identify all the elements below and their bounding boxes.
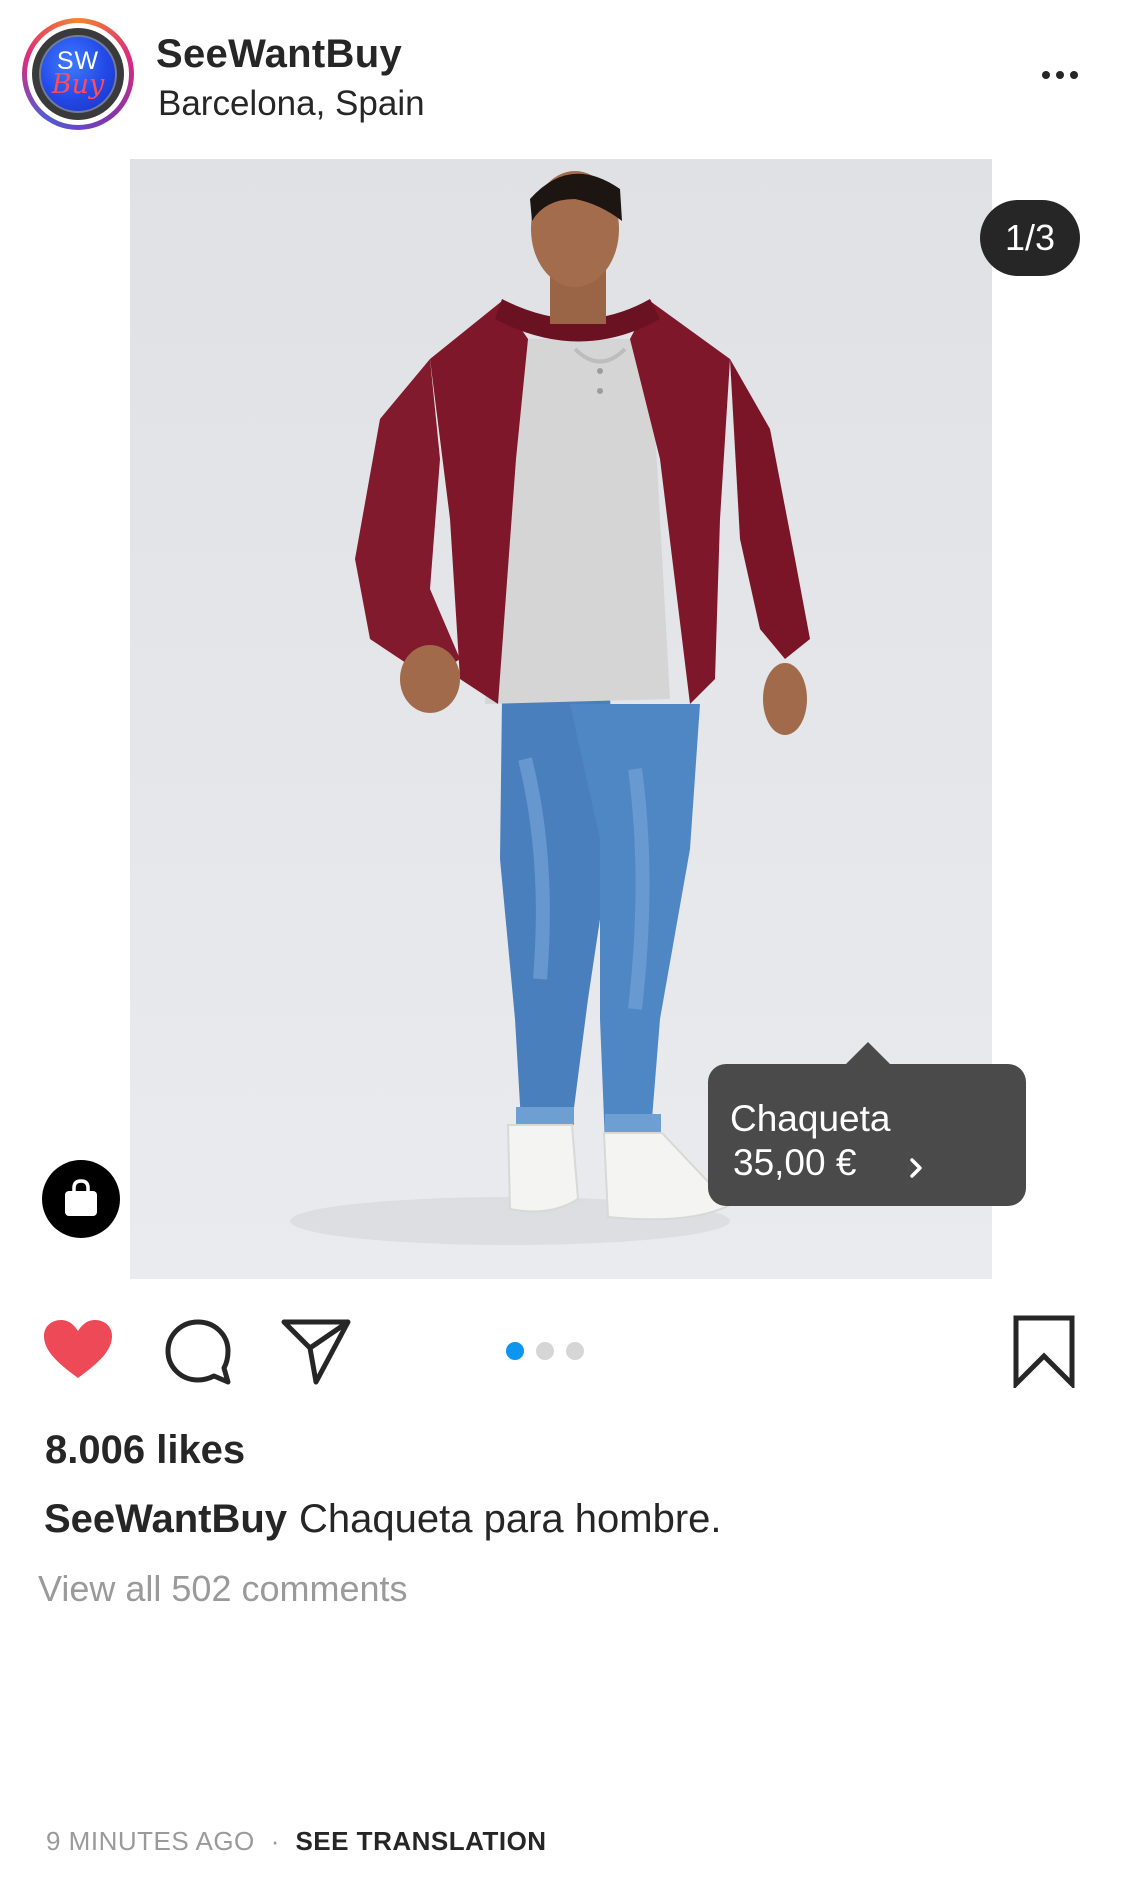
product-tag-price: 35,00 € [733, 1142, 857, 1183]
avatar-border: SW Buy [27, 23, 129, 125]
bookmark-icon[interactable] [1012, 1314, 1076, 1388]
shopping-bag-icon [65, 1179, 97, 1216]
avatar-frame: SW Buy [32, 28, 124, 120]
post-footer: 9 MINUTES AGO · SEE TRANSLATION [46, 1826, 547, 1857]
product-tag-name: Chaqueta [730, 1098, 891, 1139]
more-options-button[interactable] [1030, 58, 1090, 92]
post-location[interactable]: Barcelona, Spain [158, 84, 425, 124]
carousel-dot [566, 1342, 584, 1360]
media-counter-badge: 1/3 [980, 200, 1080, 276]
footer-separator: · [270, 1826, 280, 1856]
ellipsis-icon [1042, 71, 1050, 79]
paper-plane-icon[interactable] [280, 1316, 352, 1388]
carousel-dot-active [506, 1342, 524, 1360]
likes-count[interactable]: 8.006 likes [45, 1428, 245, 1473]
caption-username[interactable]: SeeWantBuy [44, 1497, 287, 1541]
comment-bubble-icon[interactable] [162, 1316, 234, 1388]
chevron-right-icon [910, 1158, 922, 1178]
post-timestamp: 9 MINUTES AGO [46, 1826, 255, 1856]
avatar[interactable]: SW Buy [22, 18, 134, 130]
carousel-indicator [506, 1342, 584, 1360]
post-caption: SeeWantBuy Chaqueta para hombre. [44, 1497, 722, 1542]
avatar-logo-line2: Buy [51, 69, 105, 100]
caption-text: Chaqueta para hombre. [299, 1497, 722, 1541]
avatar-logo: SW Buy [39, 35, 117, 113]
ellipsis-icon-dot [1070, 71, 1078, 79]
post-header: SW Buy SeeWantBuy Barcelona, Spain [0, 0, 1125, 150]
post-username[interactable]: SeeWantBuy [156, 32, 402, 77]
product-tag[interactable]: Chaqueta 35,00 € [708, 1042, 1026, 1206]
view-comments-link[interactable]: View all 502 comments [38, 1568, 408, 1610]
heart-icon[interactable] [42, 1318, 114, 1382]
see-translation-link[interactable]: SEE TRANSLATION [295, 1826, 546, 1857]
shop-button[interactable] [42, 1160, 120, 1238]
carousel-dot [536, 1342, 554, 1360]
ellipsis-icon-dot [1056, 71, 1064, 79]
